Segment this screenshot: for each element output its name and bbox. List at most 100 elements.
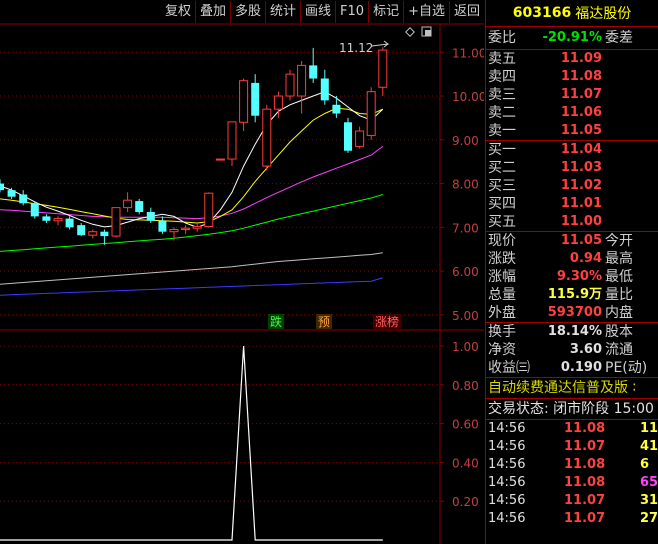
candle-body (251, 82, 260, 116)
candle-body (309, 65, 318, 79)
candle-body (297, 64, 307, 97)
order-price: 11.05 (560, 123, 602, 138)
candle-body (111, 207, 121, 237)
diamond-icon[interactable] (405, 27, 415, 37)
stat-label: 收益㈢ (488, 360, 530, 376)
candle-body (169, 229, 179, 233)
stat-row: 涨幅 9.30% 最低 (486, 268, 658, 286)
tick-volume: 6 (640, 457, 650, 472)
order-row[interactable]: 买二 11.03 (486, 159, 658, 177)
stat-value: 3.60 (569, 342, 602, 357)
order-price: 11.08 (560, 69, 602, 84)
order-row[interactable]: 卖四 11.08 (486, 68, 658, 86)
candle-body (332, 104, 341, 114)
stat-value: 115.9万 (547, 287, 602, 302)
candle-body (65, 218, 74, 228)
stat-row: 换手 18.14% 股本 (486, 323, 658, 341)
order-label: 买四 (488, 196, 516, 212)
candle-body (273, 95, 283, 110)
tick-volume: 31 (640, 493, 658, 508)
order-label: 卖二 (488, 105, 516, 121)
tick-price: 11.07 (564, 511, 606, 526)
tick-time: 14:56 (488, 493, 526, 508)
candle-body (215, 158, 225, 161)
order-row[interactable]: 买四 11.01 (486, 195, 658, 213)
stat-label-2: 今开 (605, 233, 633, 249)
candle-body (19, 194, 28, 204)
ma10-line (0, 107, 384, 224)
expand-icon-fill (425, 30, 431, 36)
order-row[interactable]: 卖五 11.09 (486, 50, 658, 68)
candle-body (285, 73, 295, 97)
high-price-label: 11.12 (339, 41, 373, 55)
stat-value: 0.190 (560, 360, 602, 375)
commission-ratio-label: 委比 (488, 30, 516, 46)
stat-label: 涨跌 (488, 251, 516, 267)
stat-value: 0.94 (569, 251, 602, 266)
stat-row: 收益㈢ 0.190 PE(动) (486, 359, 658, 377)
tick-volume: 41 (640, 439, 658, 454)
high-price-pointer (371, 40, 390, 48)
order-row[interactable]: 买一 11.04 (486, 141, 658, 159)
tick-price: 11.08 (564, 457, 606, 472)
ma120-line (0, 252, 383, 285)
candlestick-chart[interactable]: 11.00 10.00 9.00 8.00 7.00 6.00 5.00 11.12 跌 预… (0, 0, 484, 544)
candle-series (0, 47, 388, 245)
y-tick-label: 5.00 (452, 309, 479, 323)
candle-body (204, 192, 214, 227)
moving-average-lines (0, 91, 384, 296)
stock-header[interactable]: 603166 福达股份 (486, 0, 658, 27)
tick-row: 14:56 11.08 65 (486, 474, 658, 492)
promo-banner[interactable]: 自动续费通达信普及版 ∶ (486, 378, 658, 398)
stat-value: 593700 (547, 305, 602, 320)
order-price: 11.00 (560, 214, 602, 229)
candle-body (42, 216, 51, 221)
trade-status: 交易状态: 闭市阶段 15:00 (488, 401, 654, 417)
order-row[interactable]: 卖一 11.05 (486, 122, 658, 140)
stat-value: 18.14% (547, 324, 602, 339)
tick-time: 14:56 (488, 439, 526, 454)
candle-body (123, 199, 133, 209)
indicator-line (0, 345, 383, 541)
order-row[interactable]: 卖二 11.06 (486, 104, 658, 122)
stat-label: 涨幅 (488, 269, 516, 285)
order-row[interactable]: 卖三 11.07 (486, 86, 658, 104)
stat-label: 总量 (488, 287, 516, 303)
y-tick-label: 8.00 (452, 178, 479, 192)
stat-label-2: 最高 (605, 251, 633, 267)
stat-value: 11.05 (560, 233, 602, 248)
stat-label-2: 最低 (605, 269, 633, 285)
tick-time: 14:56 (488, 475, 526, 490)
tick-price: 11.07 (564, 493, 606, 508)
candle-body (320, 78, 329, 101)
order-row[interactable]: 买五 11.00 (486, 213, 658, 231)
order-price: 11.02 (560, 178, 602, 193)
stock-code: 603166 (512, 5, 572, 21)
commission-ratio-row: 委比 -20.91% 委差 (486, 27, 658, 49)
signal-down-label: 跌 (270, 314, 282, 329)
stat-row: 涨跌 0.94 最高 (486, 250, 658, 268)
commission-diff-label: 委差 (605, 30, 633, 46)
indicator-pane: 1.00 0.80 0.60 0.40 0.20 (0, 340, 479, 541)
price-axis: 11.00 10.00 9.00 8.00 7.00 6.00 5.00 (452, 46, 484, 323)
tick-price: 11.08 (564, 475, 606, 490)
candle-body (53, 218, 63, 222)
ma20-line (0, 145, 384, 220)
candle-body (88, 231, 98, 236)
stat-label: 外盘 (488, 305, 516, 321)
fundamental-stats: 换手 18.14% 股本 净资 3.60 流通 收益㈢ 0.190 PE(动) (486, 323, 658, 377)
order-label: 买二 (488, 160, 516, 176)
tick-row: 14:56 11.07 31 (486, 492, 658, 510)
tick-price: 11.07 (564, 439, 606, 454)
candle-body (77, 225, 86, 236)
tick-list[interactable]: 14:56 11.08 11 14:56 11.07 41 14:56 11.08 6 14… (486, 420, 658, 528)
candle-body (262, 108, 272, 167)
indicator-tick-label: 1.00 (452, 340, 479, 354)
order-label: 买三 (488, 178, 516, 194)
price-stats: 现价 11.05 今开 涨跌 0.94 最高 涨幅 9.30% 最低 总量 115.9万 量比 … (486, 232, 658, 322)
candle-body (0, 183, 4, 191)
candle-body (158, 220, 167, 232)
order-row[interactable]: 买三 11.02 (486, 177, 658, 195)
stat-label-2: 流通 (605, 342, 633, 358)
y-tick-label: 9.00 (452, 134, 479, 148)
